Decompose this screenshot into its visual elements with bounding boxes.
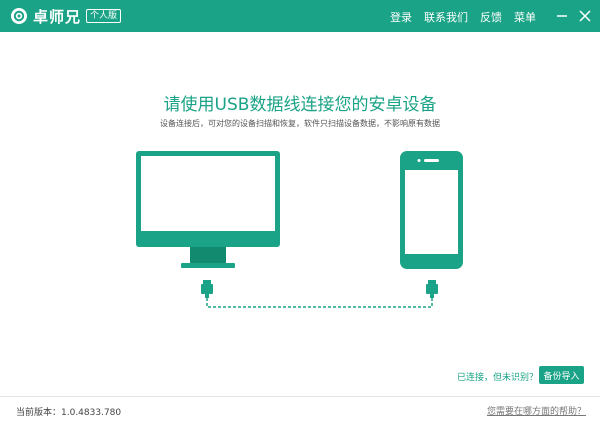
connected-not-recognized-link[interactable]: 已连接，但未识别？ — [457, 370, 538, 383]
connection-illustration — [136, 151, 463, 308]
usb-cable — [206, 298, 433, 308]
usb-plug-right-icon — [426, 280, 438, 298]
usb-plug-left-icon — [201, 280, 213, 298]
phone-icon — [400, 151, 463, 269]
help-link[interactable]: 您需要在哪方面的帮助？ — [487, 404, 586, 417]
footer-divider — [0, 396, 600, 397]
backup-import-button[interactable]: 备份导入 — [539, 366, 584, 384]
version-label: 当前版本：1.0.4833.780 — [16, 408, 122, 418]
monitor-icon — [136, 151, 280, 268]
